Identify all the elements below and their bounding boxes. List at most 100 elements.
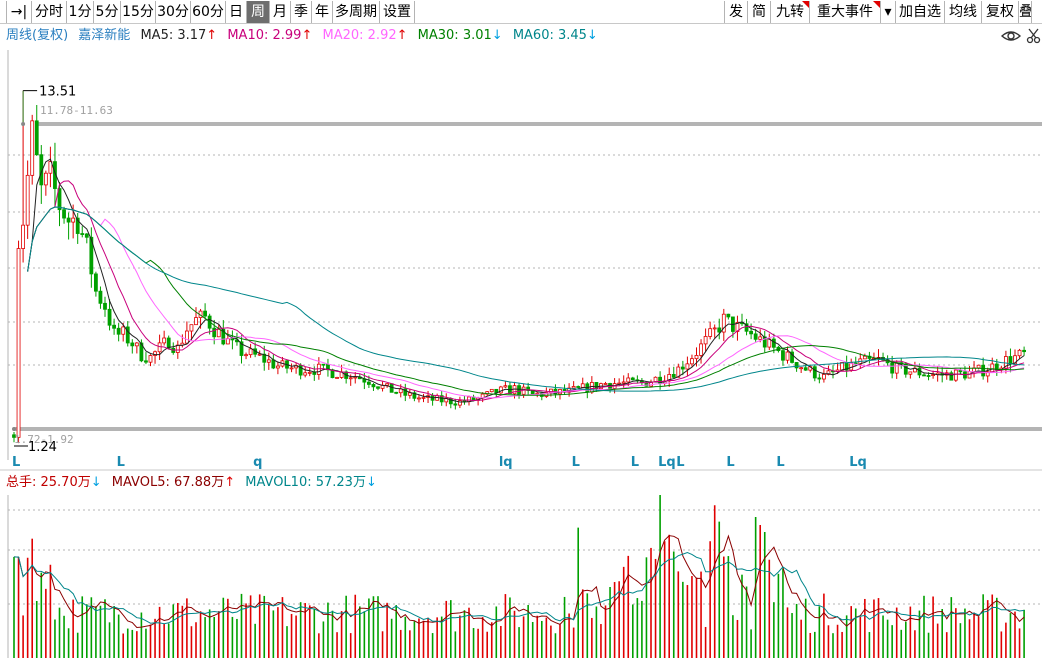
candle-body — [248, 348, 253, 356]
candle-body — [316, 363, 321, 375]
candle-body — [25, 174, 30, 226]
candle-body — [489, 388, 494, 393]
ma-line-ma20 — [27, 206, 1025, 399]
signal-marker: L — [776, 455, 784, 470]
signal-marker: L — [726, 455, 734, 470]
signal-marker: lq — [499, 455, 513, 470]
signal-marker: L — [676, 455, 684, 470]
candle-body — [712, 327, 717, 330]
signal-marker: L — [12, 455, 20, 470]
candle-body — [822, 374, 826, 380]
candle-body — [134, 342, 139, 347]
candle-body — [503, 385, 508, 388]
candle-body — [589, 381, 594, 393]
range-top-dot — [21, 122, 26, 126]
signal-marker: Lq — [849, 455, 867, 470]
ma-line-ma5 — [27, 158, 1025, 403]
signal-marker: Lq — [658, 455, 676, 470]
candle-body — [890, 362, 895, 374]
signal-marker: L — [572, 455, 580, 470]
candle-body — [799, 367, 804, 370]
candle-body — [781, 350, 785, 361]
candle-body — [690, 358, 694, 365]
candle-body — [726, 313, 731, 318]
candle-body — [266, 359, 271, 363]
candle-body — [621, 381, 626, 384]
candle-body — [194, 317, 198, 326]
candle-body — [335, 377, 339, 379]
candle-body — [908, 371, 913, 375]
candle-body — [366, 381, 371, 385]
candle-body — [894, 362, 899, 374]
candle-body — [771, 338, 776, 348]
candle-body — [257, 353, 262, 356]
candle-body — [1022, 349, 1026, 353]
candle-body — [749, 330, 753, 335]
candle-body — [990, 363, 995, 373]
candle-body — [43, 172, 48, 186]
candle-body — [144, 360, 148, 363]
candle-body — [394, 391, 399, 394]
candle-body — [98, 290, 103, 304]
candle-body — [353, 376, 358, 379]
candle-body — [230, 338, 235, 341]
candle-body — [303, 372, 308, 376]
candle-body — [703, 336, 708, 345]
candle-body — [275, 365, 280, 369]
candle-body — [817, 377, 822, 380]
candle-body — [244, 354, 248, 357]
candle-body — [680, 366, 685, 370]
candle-body — [84, 233, 89, 238]
candle-body — [717, 327, 722, 333]
mavol10-line — [13, 551, 1025, 625]
candle-body — [34, 120, 39, 156]
candle-body — [103, 302, 107, 310]
candle-body — [184, 330, 189, 344]
candle-body — [30, 120, 35, 176]
candle-body — [216, 328, 221, 338]
candle-body — [1017, 349, 1022, 357]
candle-body — [189, 324, 194, 332]
candle-body — [576, 386, 581, 388]
ma-line-ma10 — [27, 180, 1025, 402]
candle-body — [348, 377, 353, 380]
candle-body — [417, 397, 421, 400]
candle-body — [116, 327, 121, 335]
candle-body — [603, 383, 608, 385]
candle-body — [953, 369, 958, 381]
candle-body — [694, 355, 699, 360]
candle-body — [517, 385, 521, 395]
candle-body — [16, 248, 21, 438]
candle-body — [685, 363, 690, 370]
signal-marker: q — [253, 455, 262, 470]
candle-body — [112, 324, 116, 329]
candle-body — [385, 383, 390, 386]
candle-body — [312, 371, 317, 375]
candle-body — [203, 310, 208, 317]
candle-body — [794, 362, 799, 369]
candle-body — [981, 364, 986, 377]
candle-body — [931, 374, 935, 376]
candle-body — [453, 403, 458, 406]
signal-marker: L — [117, 455, 125, 470]
candle-body — [80, 233, 85, 235]
candle-body — [321, 363, 326, 366]
candle-body — [580, 383, 585, 388]
low-price-label: 1.24 — [28, 440, 57, 455]
candle-body — [162, 337, 167, 344]
high-price-label: 13.51 — [39, 85, 76, 100]
candle-body — [148, 355, 153, 363]
signal-marker: L — [631, 455, 639, 470]
candle-body — [976, 364, 981, 369]
candle-body — [922, 374, 926, 377]
candle-body — [1008, 356, 1013, 365]
candle-body — [421, 397, 426, 399]
candle-body — [803, 367, 808, 371]
kline-chart[interactable]: 13.5111.78-11.631.72-1.921.24L Lq lq L L Lq L L… — [0, 0, 1042, 661]
candle-body — [107, 308, 112, 326]
candle-body — [21, 224, 26, 249]
candle-body — [121, 326, 126, 335]
candle-body — [130, 342, 135, 347]
candle-body — [376, 386, 380, 389]
candle-body — [571, 386, 576, 389]
